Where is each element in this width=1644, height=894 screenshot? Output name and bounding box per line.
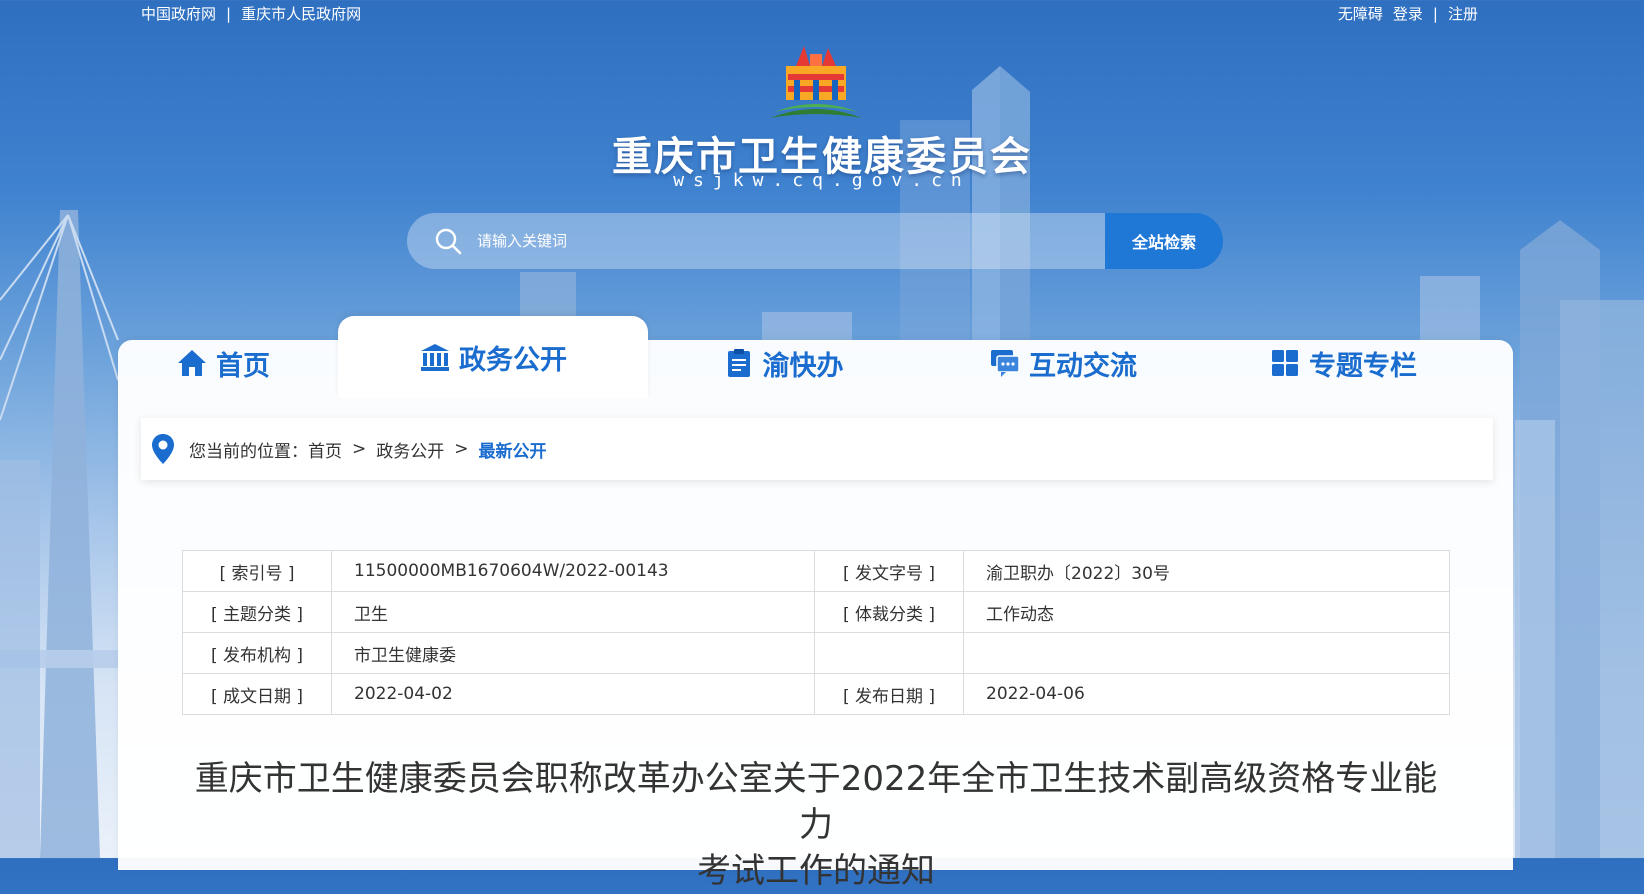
table-value: 工作动态 [963, 591, 1450, 633]
government-building-icon [421, 344, 449, 371]
breadcrumb-government-affairs[interactable]: 政务公开 [376, 437, 444, 462]
article-title-line-2: 考试工作的通知 [697, 851, 935, 891]
tab-special-topics[interactable]: 专题专栏 [1228, 328, 1458, 398]
tab-interaction-label: 互动交流 [1029, 350, 1137, 382]
tab-government-affairs[interactable]: 政务公开 [338, 316, 648, 398]
top-links-left: 中国政府网 | 重庆市人民政府网 [141, 3, 361, 24]
search-bar: 全站检索 [407, 213, 1223, 269]
grid-icon [1272, 350, 1298, 376]
table-key: [ 发布日期 ] [814, 673, 964, 715]
table-key: [ 发布机构 ] [182, 632, 332, 674]
breadcrumb: 您当前的位置： 首页 > 政务公开 > 最新公开 [141, 418, 1493, 480]
login-link[interactable]: 登录 [1393, 3, 1423, 24]
table-row: [ 成文日期 ] 2022-04-02 [ 发布日期 ] 2022-04-06 [182, 673, 1450, 715]
site-logo[interactable] [766, 40, 866, 122]
breadcrumb-prefix: 您当前的位置： [189, 441, 308, 462]
search-icon [435, 228, 462, 255]
tab-yukuaiban[interactable]: 渝快办 [688, 328, 878, 398]
document-info-table: [ 索引号 ] 11500000MB1670604W/2022-00143 [ … [182, 550, 1450, 715]
search-button[interactable]: 全站检索 [1105, 213, 1223, 269]
breadcrumb-separator: > [454, 439, 469, 459]
site-domain: wsjkw.cq.gov.cn [673, 170, 971, 191]
tab-government-affairs-label: 政务公开 [459, 344, 567, 376]
main-nav: 首页 政务公开 渝快办 互动交流 专题专栏 [118, 316, 1513, 398]
link-gov-cn[interactable]: 中国政府网 [141, 3, 216, 24]
table-value: 卫生 [331, 591, 815, 633]
tab-yukuaiban-label: 渝快办 [762, 350, 844, 382]
table-value: 渝卫职办〔2022〕30号 [963, 550, 1450, 592]
tab-home[interactable]: 首页 [118, 328, 328, 398]
separator: | [1432, 4, 1438, 23]
breadcrumb-separator: > [352, 439, 367, 459]
home-icon [178, 350, 206, 376]
table-key: [ 体裁分类 ] [814, 591, 964, 633]
register-link[interactable]: 注册 [1448, 3, 1478, 24]
table-value: 市卫生健康委 [331, 632, 815, 674]
table-row: [ 索引号 ] 11500000MB1670604W/2022-00143 [ … [182, 550, 1450, 592]
table-key: [ 发文字号 ] [814, 550, 964, 592]
separator: | [226, 4, 232, 23]
table-value [963, 632, 1450, 674]
tab-special-topics-label: 专题专栏 [1309, 350, 1417, 382]
table-value: 11500000MB1670604W/2022-00143 [331, 550, 815, 592]
table-value: 2022-04-06 [963, 673, 1450, 715]
table-row: [ 主题分类 ] 卫生 [ 体裁分类 ] 工作动态 [182, 591, 1450, 633]
article-title: 重庆市卫生健康委员会职称改革办公室关于2022年全市卫生技术副高级资格专业能力 … [182, 756, 1450, 894]
table-value: 2022-04-02 [331, 673, 815, 715]
search-input[interactable] [475, 231, 1079, 251]
tab-interaction[interactable]: 互动交流 [948, 328, 1178, 398]
table-key: [ 主题分类 ] [182, 591, 332, 633]
table-row: [ 发布机构 ] 市卫生健康委 [182, 632, 1450, 674]
clipboard-icon [727, 349, 750, 377]
top-links-right: 无障碍 登录 | 注册 [1338, 3, 1478, 24]
chat-icon [991, 350, 1020, 377]
location-pin-icon [152, 434, 174, 464]
breadcrumb-latest[interactable]: 最新公开 [479, 437, 547, 462]
accessibility-link[interactable]: 无障碍 [1338, 3, 1383, 24]
table-key [814, 632, 964, 674]
table-key: [ 索引号 ] [182, 550, 332, 592]
breadcrumb-home[interactable]: 首页 [308, 437, 342, 462]
tab-home-label: 首页 [216, 350, 270, 382]
link-cq-gov[interactable]: 重庆市人民政府网 [241, 3, 361, 24]
table-key: [ 成文日期 ] [182, 673, 332, 715]
search-field-wrapper [407, 213, 1105, 269]
article-title-line-1: 重庆市卫生健康委员会职称改革办公室关于2022年全市卫生技术副高级资格专业能力 [194, 759, 1438, 845]
top-bar: 中国政府网 | 重庆市人民政府网 无障碍 登录 | 注册 [0, 0, 1644, 26]
